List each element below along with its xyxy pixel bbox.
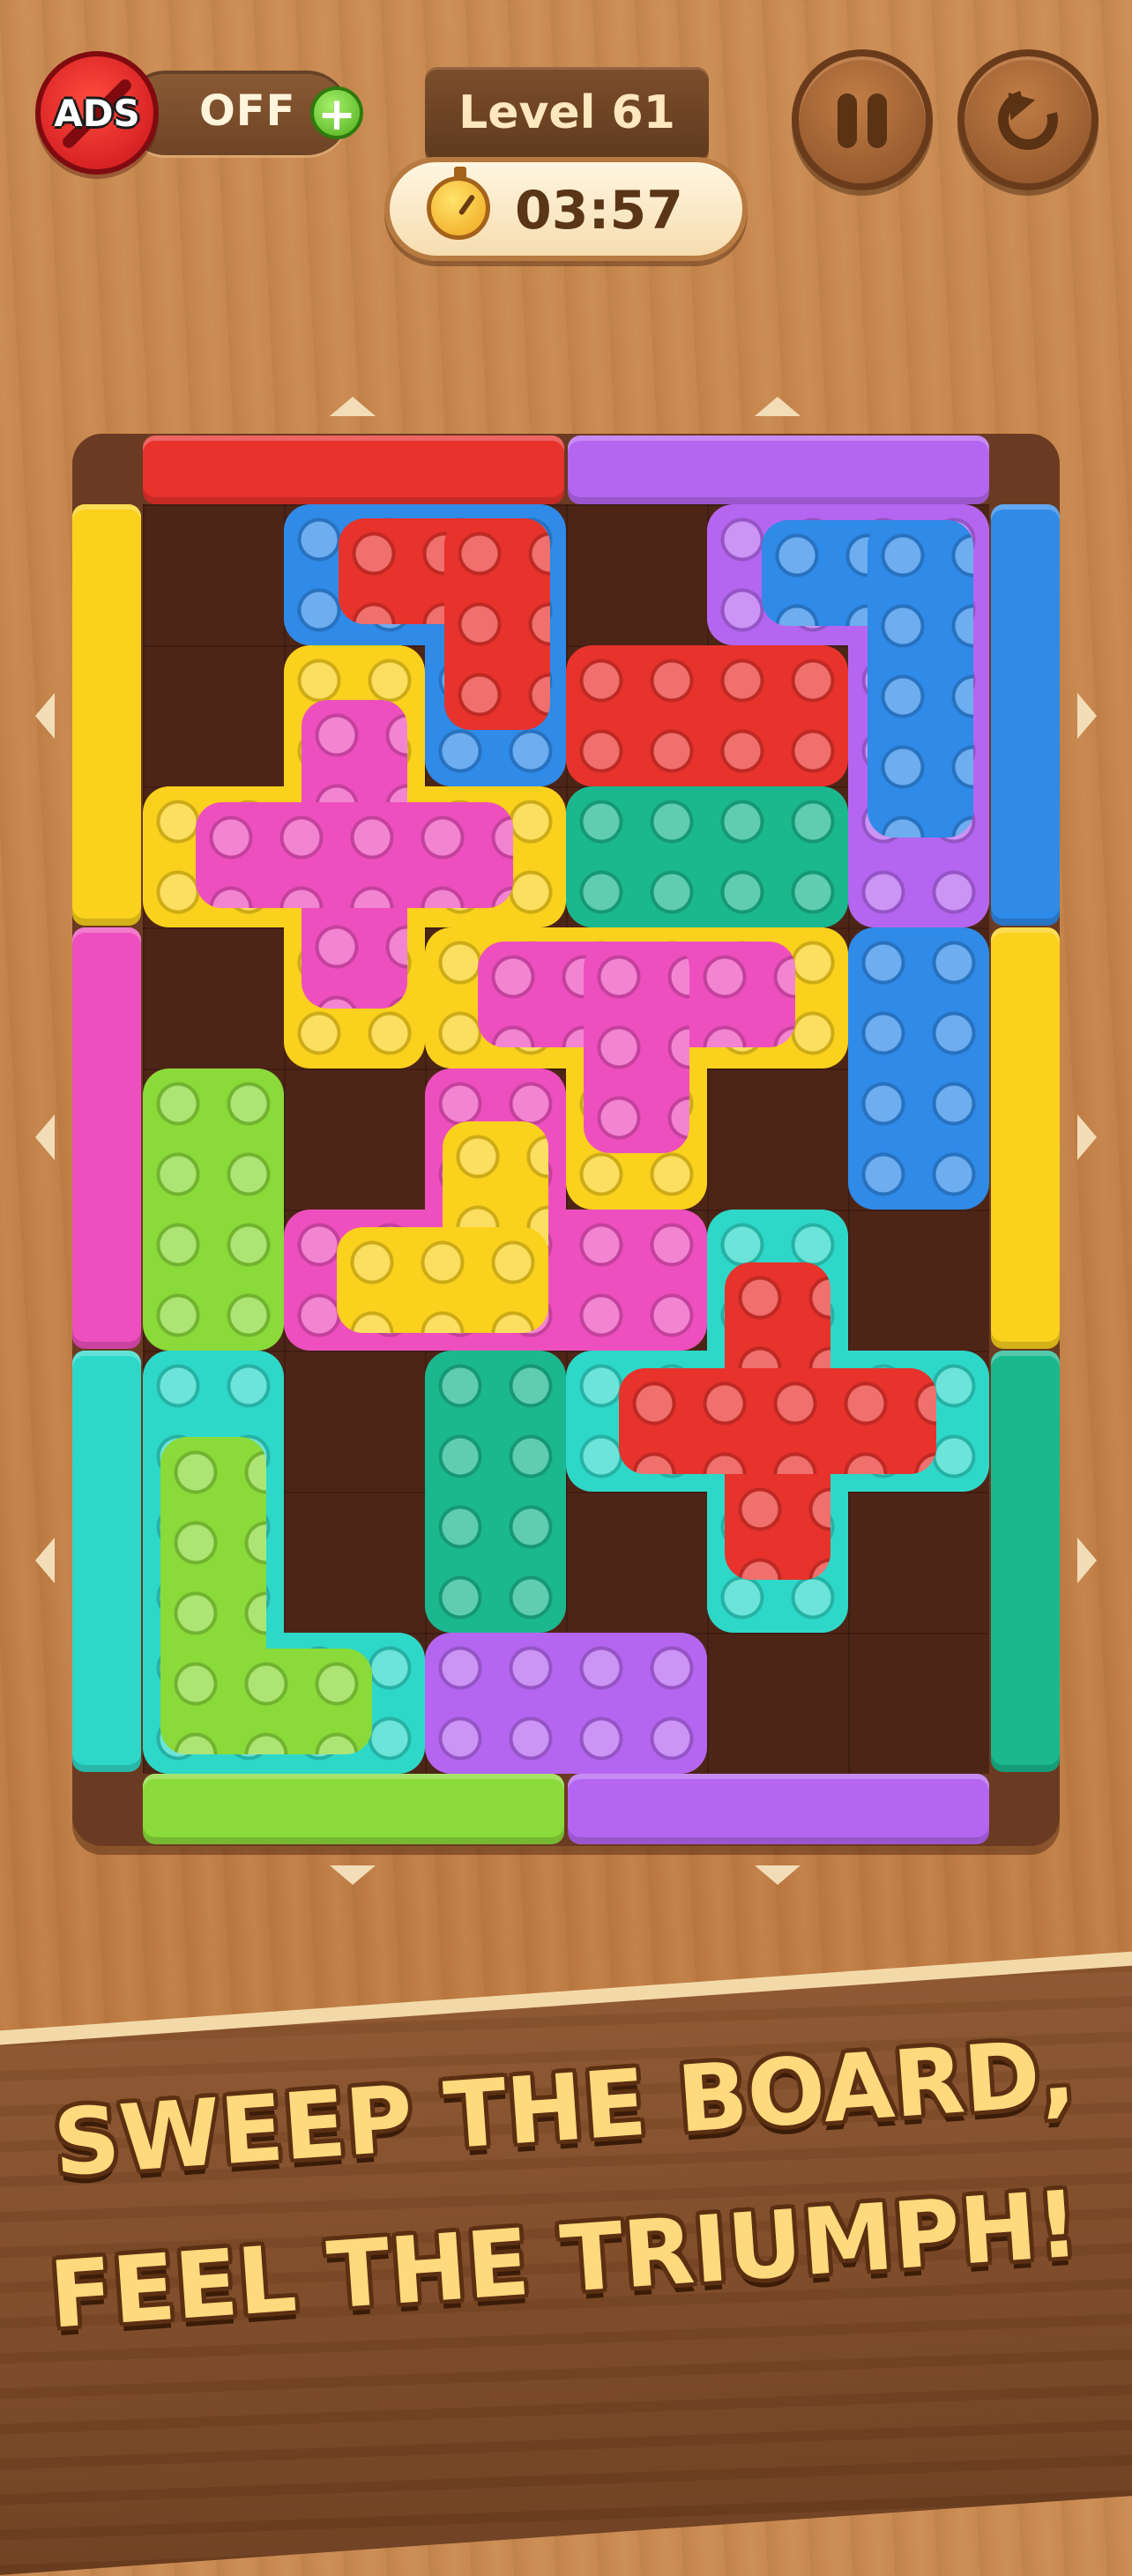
restart-button[interactable] xyxy=(957,49,1098,190)
arrow-left-icon xyxy=(35,1537,55,1583)
stopwatch-icon xyxy=(427,167,490,240)
arrow-up-icon xyxy=(755,397,801,416)
arrow-left-icon xyxy=(35,693,55,739)
block-green-vertical[interactable] xyxy=(143,1068,284,1351)
block-magenta-t-stem[interactable] xyxy=(584,942,689,1153)
exit-bar-top-purple xyxy=(568,436,989,504)
block-magenta-plus-arm[interactable] xyxy=(196,802,513,908)
ads-status-label: OFF xyxy=(199,86,296,136)
block-purple-bar[interactable] xyxy=(425,1633,707,1774)
arrow-down-icon xyxy=(755,1865,801,1885)
block-red-l-tail[interactable] xyxy=(444,518,550,730)
block-red-plus-arm[interactable] xyxy=(619,1368,936,1474)
exit-bar-right-teal xyxy=(991,1351,1060,1772)
arrow-up-icon xyxy=(330,397,376,416)
timer-value: 03:57 xyxy=(515,180,683,242)
exit-bar-bottom-green xyxy=(143,1774,564,1844)
arrow-right-icon xyxy=(1077,693,1097,739)
pause-button[interactable] xyxy=(792,49,933,190)
exit-bar-right-yellow xyxy=(991,927,1060,1349)
block-red-bar[interactable] xyxy=(566,645,848,786)
block-green-l-arm[interactable] xyxy=(160,1649,372,1754)
block-yellow-l-arm[interactable] xyxy=(337,1227,548,1333)
stopwatch-hand xyxy=(458,193,476,216)
exit-bar-bottom-purple xyxy=(568,1774,989,1844)
ads-badge-label: ADS xyxy=(54,92,140,135)
exit-bar-right-blue xyxy=(991,504,1060,926)
level-label: Level 61 xyxy=(458,86,675,139)
exit-bar-left-magenta xyxy=(72,927,141,1349)
stopwatch-knob xyxy=(454,167,466,179)
level-indicator: Level 61 xyxy=(425,67,709,160)
arrow-right-icon xyxy=(1077,1537,1097,1583)
block-blue-vertical[interactable] xyxy=(848,927,989,1210)
arrow-down-icon xyxy=(330,1865,376,1885)
exit-bar-top-red xyxy=(143,436,564,504)
block-blue-j-tail[interactable] xyxy=(868,520,973,838)
arrow-left-icon xyxy=(35,1114,55,1160)
timer-pill: 03:57 xyxy=(384,157,748,261)
remove-ads-button[interactable]: OFF + ADS xyxy=(35,51,363,175)
arrow-right-icon xyxy=(1077,1114,1097,1160)
exit-bar-left-yellow xyxy=(72,504,141,926)
block-teal-vertical[interactable] xyxy=(425,1351,566,1633)
no-ads-icon: ADS xyxy=(35,51,159,175)
block-teal-bar[interactable] xyxy=(566,786,848,927)
exit-bar-left-cyan xyxy=(72,1351,141,1772)
plus-icon[interactable]: + xyxy=(310,86,363,139)
